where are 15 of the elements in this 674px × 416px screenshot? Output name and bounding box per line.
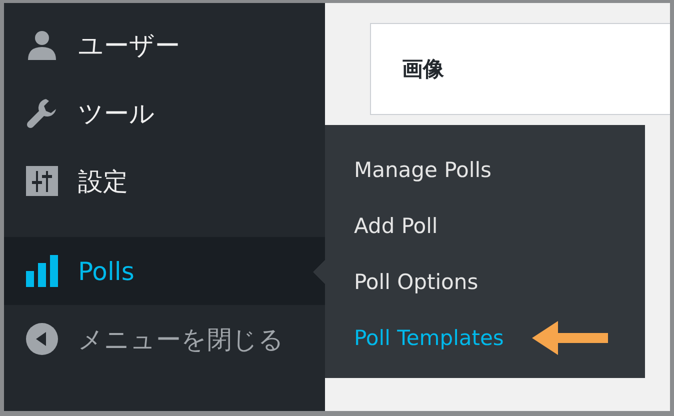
sidebar-item[interactable]: 設定 [4, 147, 325, 215]
sidebar-item[interactable]: Polls [4, 237, 325, 305]
submenu-item[interactable]: Manage Polls [354, 158, 492, 182]
submenu-item[interactable]: Add Poll [354, 214, 438, 238]
submenu-item[interactable]: Poll Templates [354, 326, 504, 350]
user-icon [26, 29, 58, 61]
card-title: 画像 [402, 56, 444, 83]
collapse-menu-button[interactable]: メニューを閉じる [4, 305, 325, 373]
collapse-icon[interactable] [26, 323, 58, 355]
submenu-item[interactable]: Poll Options [354, 270, 478, 294]
sliders-icon [26, 166, 58, 196]
wrench-icon [26, 97, 58, 129]
sidebar-item[interactable]: ツール [4, 79, 325, 147]
sidebar-item[interactable]: ユーザー [4, 11, 325, 79]
bar-chart-icon [26, 255, 58, 287]
